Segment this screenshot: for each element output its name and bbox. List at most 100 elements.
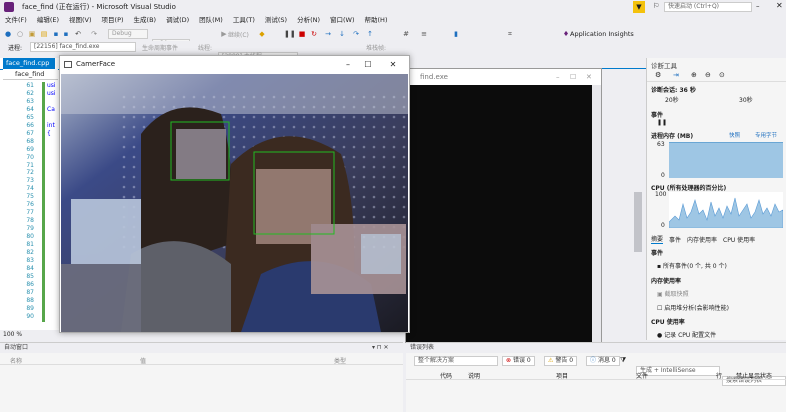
camera-maximize-button[interactable]: ☐ xyxy=(360,58,376,72)
console-scrollbar[interactable] xyxy=(592,85,601,342)
console-maximize-button[interactable]: ☐ xyxy=(570,69,576,85)
console-title-bar: find.exe – ☐ ✕ xyxy=(406,69,601,85)
col-name[interactable]: 名称 xyxy=(10,356,22,365)
step-out-icon[interactable]: ↑ xyxy=(366,30,374,38)
reset-zoom-icon[interactable]: ⊙ xyxy=(719,71,725,79)
filter-icon-small[interactable]: ⧩ xyxy=(620,356,626,365)
zoom-out-icon[interactable]: ⊖ xyxy=(705,71,711,79)
cpu-profile-button[interactable]: ● 记录 CPU 配置文件 xyxy=(657,330,716,339)
show-next-icon[interactable]: → xyxy=(324,30,332,38)
warnings-count: 警告 0 xyxy=(555,357,574,364)
window-title: face_find (正在运行) - Microsoft Visual Stud… xyxy=(22,3,176,11)
code-line: Ca xyxy=(47,105,55,113)
menu-item[interactable]: 团队(M) xyxy=(194,14,228,27)
quick-launch-input[interactable]: 快速启动 (Ctrl+Q) xyxy=(664,2,752,12)
tab-face-find-cpp[interactable]: face_find.cpp xyxy=(3,58,55,69)
col-code[interactable]: 代码 xyxy=(440,371,452,380)
col-value[interactable]: 值 xyxy=(140,356,146,365)
diag-tab[interactable]: 事件 xyxy=(669,235,681,244)
select-tools-icon[interactable]: ⇥ xyxy=(673,71,679,79)
messages-filter-button[interactable]: ⓘ 消息 0 xyxy=(586,356,620,366)
continue-label[interactable]: 继续(C) xyxy=(228,30,249,39)
save-all-icon[interactable]: ▪ xyxy=(62,30,70,38)
filter-icon[interactable]: ▼ xyxy=(633,1,645,13)
diag-tab[interactable]: 内存使用率 xyxy=(687,235,717,244)
scope-combo[interactable]: 整个解决方案 xyxy=(414,356,498,366)
camera-minimize-button[interactable]: – xyxy=(340,58,356,72)
col-suppress[interactable]: 禁止显示状态 xyxy=(736,371,772,380)
process-combo[interactable]: [22156] face_find.exe xyxy=(30,42,136,52)
col-desc[interactable]: 说明 xyxy=(468,371,480,380)
menu-item[interactable]: 分析(N) xyxy=(292,14,325,27)
app-insights-icon[interactable]: ♦ xyxy=(562,30,570,38)
menu-item[interactable]: 视图(V) xyxy=(64,14,97,27)
console-minimize-button[interactable]: – xyxy=(556,69,560,85)
menu-item[interactable]: 工具(T) xyxy=(228,14,260,27)
menu-item[interactable]: 窗口(W) xyxy=(325,14,360,27)
camera-frame xyxy=(61,74,408,332)
errors-filter-button[interactable]: ⊗ 错误 0 xyxy=(502,356,535,366)
zoom-in-icon[interactable]: ⊕ xyxy=(691,71,697,79)
redo-icon[interactable]: ↷ xyxy=(90,30,98,38)
diag-toolbar: ⚙ ⇥ ⊕ ⊖ ⊙ xyxy=(647,70,786,82)
forward-icon[interactable]: ○ xyxy=(16,30,24,38)
warnings-filter-button[interactable]: ⚠ 警告 0 xyxy=(544,356,578,366)
menu-item[interactable]: 编辑(E) xyxy=(32,14,64,27)
restart-icon[interactable]: ↻ xyxy=(310,30,318,38)
col-line[interactable]: 行 xyxy=(716,371,722,380)
zoom-level[interactable]: 100 % xyxy=(0,330,60,340)
camera-close-button[interactable]: ✕ xyxy=(385,58,401,72)
col-project[interactable]: 项目 xyxy=(556,371,568,380)
break-marker: ❚❚ xyxy=(657,119,668,126)
menu-item[interactable]: 项目(P) xyxy=(97,14,129,27)
continue-icon[interactable]: ▶ xyxy=(220,30,228,38)
pin-icon[interactable]: ◆ xyxy=(258,30,266,38)
memory-graph xyxy=(669,142,783,178)
project-nav-combo[interactable]: face_find xyxy=(3,69,58,80)
mem-max: 63 xyxy=(657,141,665,148)
col-file[interactable]: 文件 xyxy=(636,371,648,380)
comment-icon[interactable]: ⌗ xyxy=(506,30,514,38)
close-button[interactable]: ✕ xyxy=(776,1,783,10)
minimize-button[interactable]: – xyxy=(756,2,760,10)
back-icon[interactable]: ● xyxy=(4,30,12,38)
diag-tab[interactable]: CPU 使用率 xyxy=(723,235,755,244)
col-type[interactable]: 类型 xyxy=(334,356,346,365)
settings-icon[interactable]: ⚙ xyxy=(655,71,661,79)
new-project-icon[interactable]: ▣ xyxy=(28,30,36,38)
step-over-icon[interactable]: ↷ xyxy=(352,30,360,38)
camera-window[interactable]: CamerFace – ☐ ✕ xyxy=(59,55,410,333)
menu-item[interactable]: 帮助(H) xyxy=(360,14,393,27)
step-into-icon[interactable]: ↓ xyxy=(338,30,346,38)
menu-item[interactable]: 测试(S) xyxy=(260,14,292,27)
undo-icon[interactable]: ↶ xyxy=(74,30,82,38)
debug-location-toolbar: 进程: [22156] face_find.exe 生命周期事件 线程: [28… xyxy=(0,41,646,72)
take-snapshot-button[interactable]: ▣ 截取快照 xyxy=(657,289,689,298)
console-window[interactable]: find.exe – ☐ ✕ xyxy=(405,68,602,343)
autos-pin-icon[interactable]: ▾ ⊓ ✕ xyxy=(372,343,389,353)
editor-scrollbar-right[interactable] xyxy=(632,72,644,342)
bookmark-icon[interactable]: ▮ xyxy=(452,30,460,38)
heap-analysis-checkbox[interactable]: ☐ 启用堆分析(会影响性能) xyxy=(657,303,729,312)
menu-item[interactable]: 文件(F) xyxy=(0,14,32,27)
config-combo[interactable]: Debug xyxy=(108,29,148,39)
diag-tab[interactable]: 摘要 xyxy=(651,234,664,244)
console-close-button[interactable]: ✕ xyxy=(586,69,592,85)
feedback-icon[interactable]: ⚐ xyxy=(653,2,659,10)
line-number: 63 xyxy=(26,97,34,105)
all-events-link[interactable]: ▪ 所有事件(0 个, 共 0 个) xyxy=(657,261,727,270)
threads-icon[interactable]: ≡ xyxy=(420,30,428,38)
memory-heading: 进程内存 (MB) xyxy=(651,133,694,140)
app-insights-button[interactable]: Application Insights xyxy=(570,30,634,38)
pause-icon[interactable]: ❚❚ xyxy=(284,30,296,38)
stop-icon[interactable]: ■ xyxy=(298,30,306,38)
line-number: 84 xyxy=(26,264,34,272)
menu-item[interactable]: 调试(D) xyxy=(161,14,194,27)
menu-item[interactable]: 生成(B) xyxy=(129,14,162,27)
open-file-icon[interactable]: ▤ xyxy=(40,30,48,38)
line-number: 74 xyxy=(26,185,34,193)
lifecycle-events[interactable]: 生命周期事件 xyxy=(142,43,178,52)
hex-icon[interactable]: # xyxy=(402,30,410,38)
save-icon[interactable]: ▪ xyxy=(52,30,60,38)
